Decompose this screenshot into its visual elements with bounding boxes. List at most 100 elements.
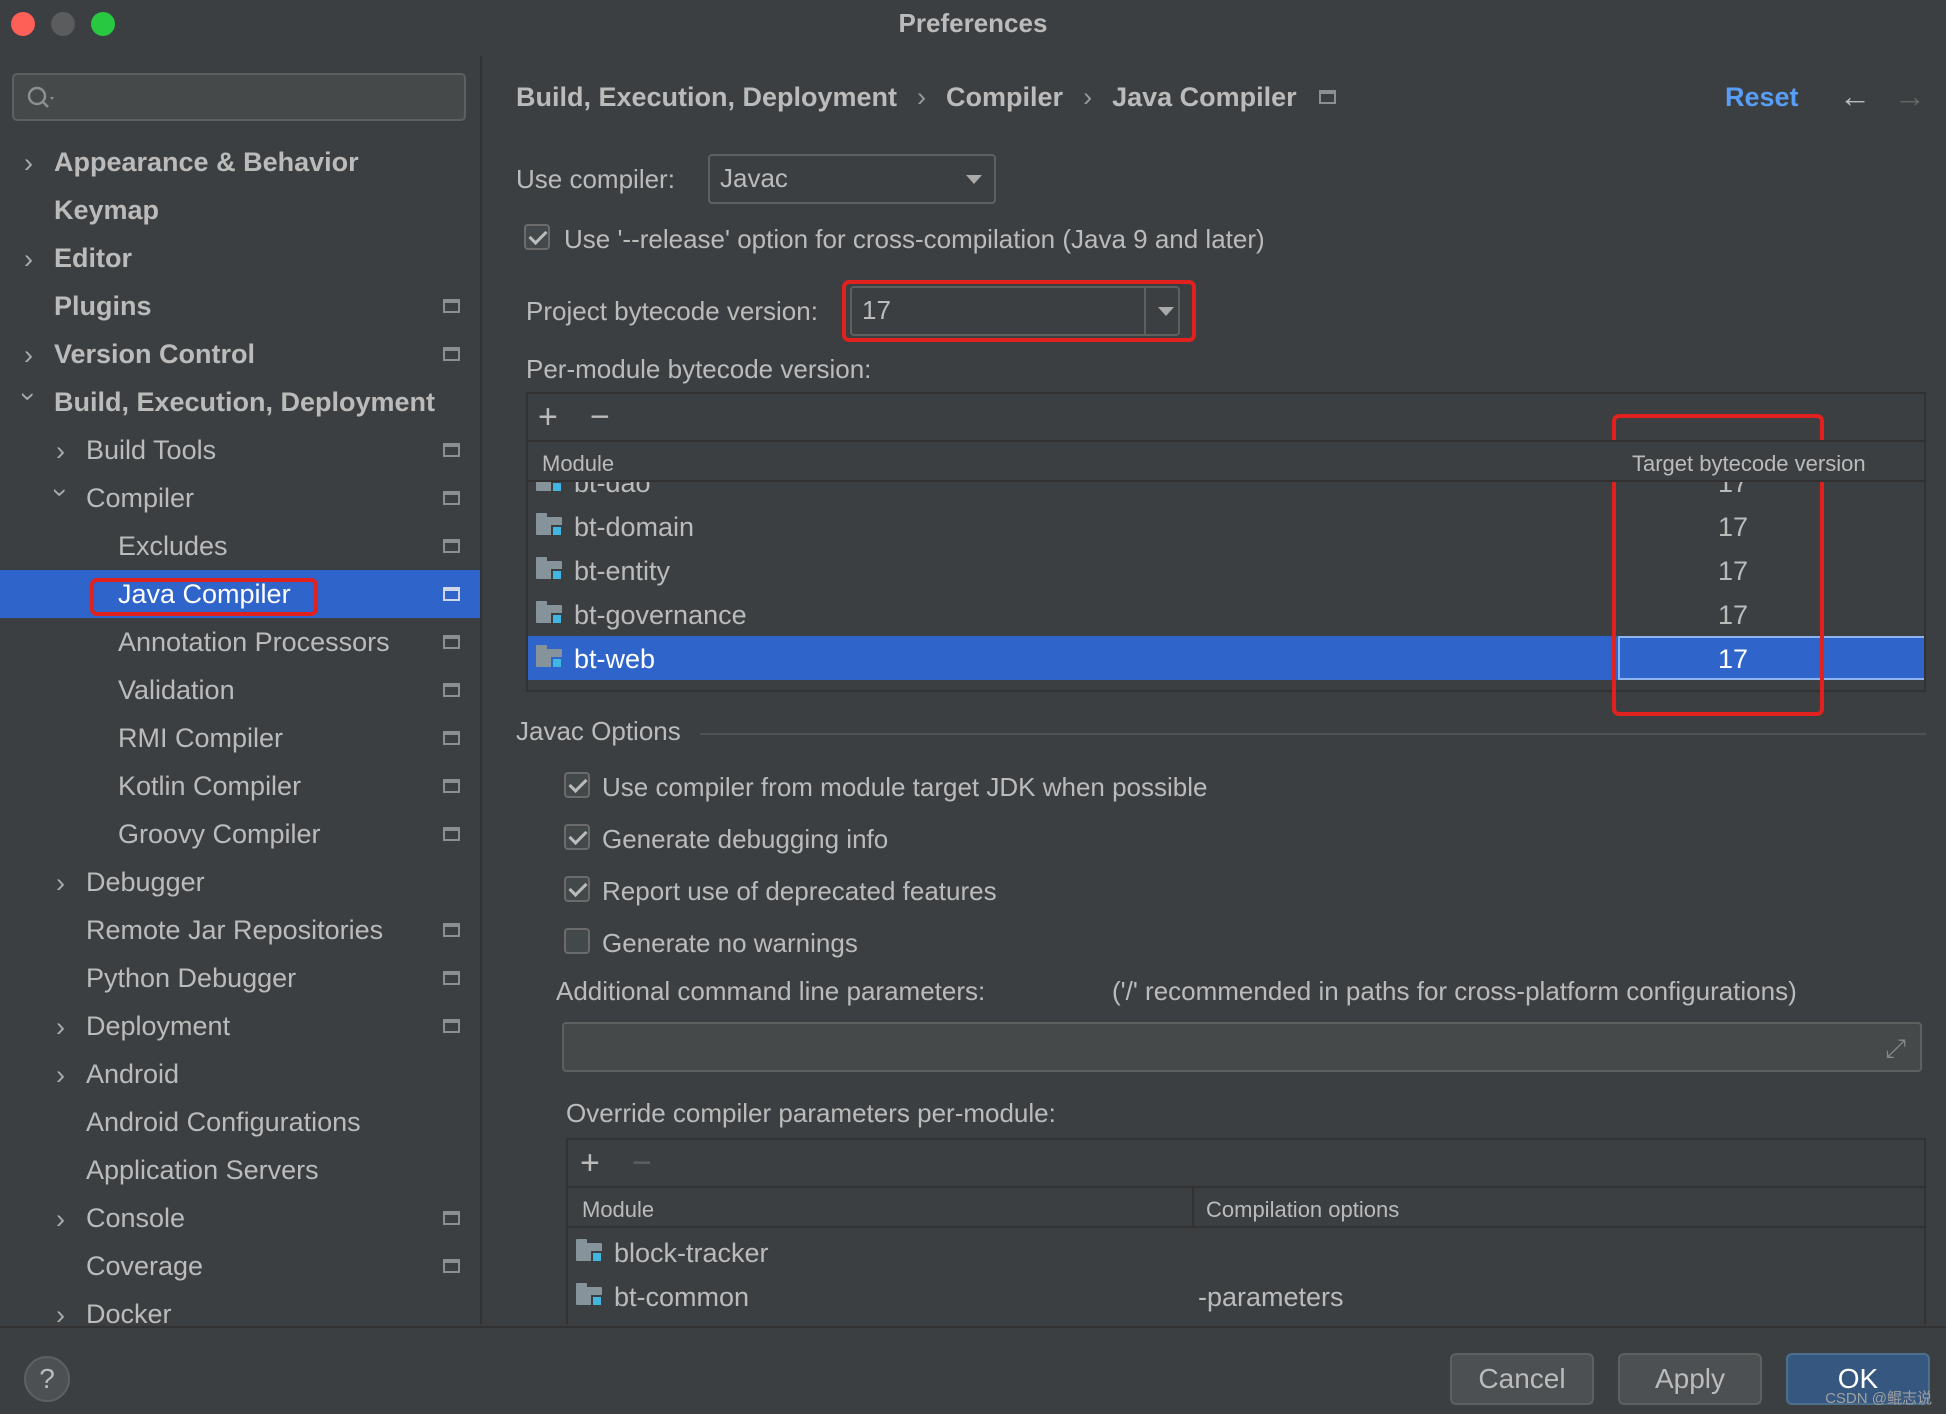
watermark-text: CSDN @鲲志说 — [1825, 1390, 1932, 1407]
sidebar-item-rmi-compiler[interactable]: RMI Compiler — [0, 714, 480, 762]
chevron-right-icon: › — [24, 148, 33, 178]
additional-params-input[interactable]: ⤢ — [562, 1022, 1922, 1072]
column-divider — [1192, 1188, 1194, 1228]
module-name: bt-domain — [574, 512, 695, 542]
chevron-right-icon: › — [56, 868, 65, 898]
sidebar-item-compiler[interactable]: › Compiler — [0, 474, 480, 522]
chevron-right-icon: › — [56, 1300, 65, 1324]
settings-search-input[interactable] — [12, 73, 466, 121]
chevron-right-icon: › — [56, 1012, 65, 1042]
chevron-right-icon: › — [24, 244, 33, 274]
sidebar-item-coverage[interactable]: Coverage — [0, 1242, 480, 1290]
sidebar-item-application-servers[interactable]: Application Servers — [0, 1146, 480, 1194]
sidebar-item-remote-jar-repositories[interactable]: Remote Jar Repositories — [0, 906, 480, 954]
sidebar-item-kotlin-compiler[interactable]: Kotlin Compiler — [0, 762, 480, 810]
help-button[interactable]: ? — [24, 1356, 70, 1402]
project-settings-icon — [443, 1019, 460, 1033]
sidebar-item-excludes[interactable]: Excludes — [0, 522, 480, 570]
table-row[interactable]: bt-common -parameters — [568, 1274, 1924, 1318]
table-header-overlay: Module Target bytecode version — [528, 440, 1924, 482]
sidebar-item-build-execution-deployment[interactable]: › Build, Execution, Deployment — [0, 378, 480, 426]
cancel-button[interactable]: Cancel — [1450, 1353, 1594, 1405]
add-override-button[interactable]: + — [580, 1146, 600, 1180]
sidebar-item-python-debugger[interactable]: Python Debugger — [0, 954, 480, 1002]
chevron-down-icon: › — [14, 392, 44, 401]
breadcrumb-separator: › — [1083, 82, 1093, 112]
module-name: bt-web — [574, 644, 656, 674]
project-settings-icon — [443, 1259, 460, 1273]
report-deprecated-label: Report use of deprecated features — [602, 876, 997, 906]
no-warnings-checkbox[interactable] — [564, 928, 590, 954]
generate-debug-info-checkbox[interactable] — [564, 824, 590, 850]
project-settings-icon — [443, 539, 460, 553]
chevron-down-icon — [966, 175, 982, 184]
breadcrumb-item[interactable]: Build, Execution, Deployment — [516, 82, 897, 113]
additional-params-label: Additional command line parameters: — [556, 976, 986, 1006]
chevron-right-icon: › — [56, 436, 65, 466]
breadcrumb-separator: › — [917, 82, 927, 112]
release-option-checkbox[interactable] — [524, 224, 550, 250]
module-folder-icon — [536, 557, 564, 581]
additional-params-hint: ('/' recommended in paths for cross-plat… — [1112, 976, 1797, 1006]
remove-module-button[interactable]: − — [590, 400, 610, 434]
project-settings-icon — [443, 587, 460, 601]
sidebar-item-validation[interactable]: Validation — [0, 666, 480, 714]
column-header-module[interactable]: Module — [582, 1197, 654, 1223]
sidebar-item-deployment[interactable]: › Deployment — [0, 1002, 480, 1050]
breadcrumb: Build, Execution, Deployment › Compiler › Ja… — [516, 82, 1336, 113]
column-header-compilation-options[interactable]: Compilation options — [1206, 1197, 1399, 1223]
sidebar-item-version-control[interactable]: › Version Control — [0, 330, 480, 378]
column-header-target-bytecode: Target bytecode version — [1632, 451, 1866, 476]
project-settings-icon — [443, 299, 460, 313]
generate-debug-info-label: Generate debugging info — [602, 824, 889, 854]
use-module-jdk-checkbox[interactable] — [564, 772, 590, 798]
section-divider — [700, 733, 1926, 735]
use-compiler-dropdown[interactable]: Javac — [708, 154, 996, 204]
sidebar-item-debugger[interactable]: › Debugger — [0, 858, 480, 906]
sidebar-item-groovy-compiler[interactable]: Groovy Compiler — [0, 810, 480, 858]
sidebar-item-appearance-behavior[interactable]: › Appearance & Behavior — [0, 138, 480, 186]
module-name: bt-governance — [574, 600, 747, 630]
remove-override-button[interactable]: − — [632, 1146, 652, 1180]
back-arrow-icon[interactable]: ← — [1839, 78, 1871, 115]
apply-button[interactable]: Apply — [1618, 1353, 1762, 1405]
forward-arrow-icon[interactable]: → — [1894, 78, 1926, 115]
highlight-box-project-bytecode — [842, 280, 1196, 342]
expand-icon[interactable]: ⤢ — [1885, 1033, 1906, 1065]
sidebar-item-console[interactable]: › Console — [0, 1194, 480, 1242]
project-settings-icon — [1318, 90, 1336, 104]
search-icon — [27, 86, 54, 108]
reset-link[interactable]: Reset — [1725, 82, 1799, 113]
sidebar-item-plugins[interactable]: Plugins — [0, 282, 480, 330]
title-bar: Preferences — [0, 0, 1946, 46]
sidebar-item-docker[interactable]: › Docker — [0, 1290, 480, 1324]
sidebar-item-annotation-processors[interactable]: Annotation Processors — [0, 618, 480, 666]
chevron-right-icon: › — [24, 340, 33, 370]
chevron-right-icon: › — [56, 1060, 65, 1090]
sidebar-item-keymap[interactable]: Keymap — [0, 186, 480, 234]
project-settings-icon — [443, 635, 460, 649]
breadcrumb-item: Java Compiler — [1112, 82, 1297, 112]
window-title: Preferences — [898, 8, 1048, 38]
sidebar-item-build-tools[interactable]: › Build Tools — [0, 426, 480, 474]
javac-options-title: Javac Options — [516, 716, 681, 746]
release-option-label: Use '--release' option for cross-compila… — [564, 224, 1265, 254]
project-settings-icon — [443, 347, 460, 361]
module-folder-icon — [536, 513, 564, 537]
project-settings-icon — [443, 827, 460, 841]
sidebar-item-android[interactable]: › Android — [0, 1050, 480, 1098]
sidebar-item-editor[interactable]: › Editor — [0, 234, 480, 282]
sidebar-item-android-configurations[interactable]: Android Configurations — [0, 1098, 480, 1146]
module-name: bt-entity — [574, 556, 671, 586]
chevron-down-icon: › — [46, 488, 76, 497]
breadcrumb-item[interactable]: Compiler — [946, 82, 1063, 113]
project-settings-icon — [443, 971, 460, 985]
project-settings-icon — [443, 683, 460, 697]
table-row[interactable]: block-tracker — [568, 1230, 1924, 1274]
per-module-bytecode-label: Per-module bytecode version: — [526, 354, 872, 384]
add-module-button[interactable]: + — [538, 400, 558, 434]
module-name: bt-common — [614, 1282, 750, 1312]
settings-content: Build, Execution, Deployment › Compiler › Ja… — [484, 56, 1946, 1324]
report-deprecated-checkbox[interactable] — [564, 876, 590, 902]
use-compiler-label: Use compiler: — [516, 164, 675, 194]
